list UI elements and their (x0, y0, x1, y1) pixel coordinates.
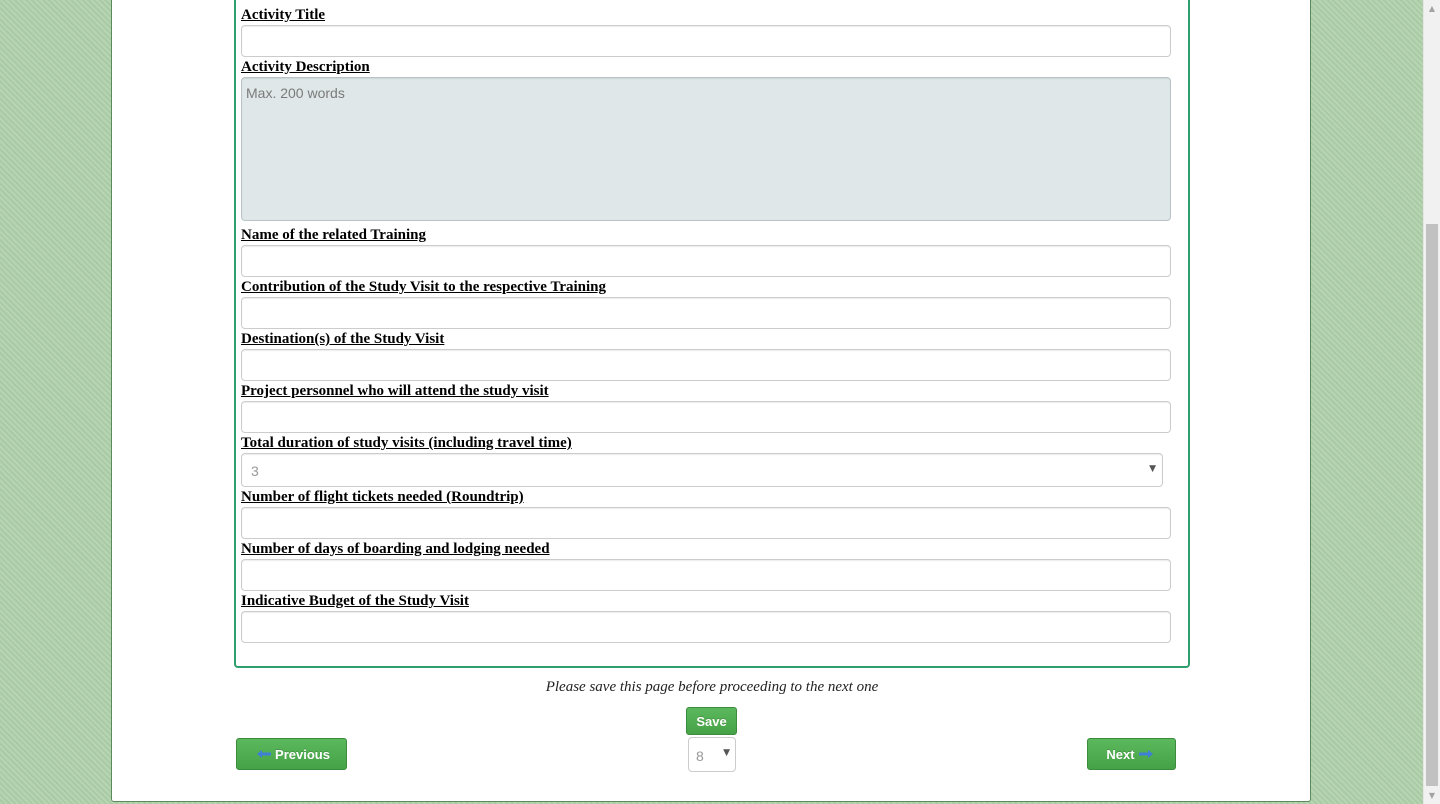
scrollbar-thumb[interactable] (1426, 224, 1438, 786)
next-button-label: Next (1106, 746, 1135, 762)
arrow-right-icon (1138, 750, 1153, 758)
destinations-label: Destination(s) of the Study Visit (241, 331, 445, 347)
contribution-input[interactable] (241, 297, 1171, 329)
total-duration-select[interactable]: 3 ▼ (241, 453, 1163, 487)
activity-description-label: Activity Description (241, 59, 370, 75)
previous-button-label: Previous (275, 746, 330, 762)
flight-tickets-input[interactable] (241, 507, 1171, 539)
next-button[interactable]: Next (1087, 738, 1176, 770)
indicative-budget-label: Indicative Budget of the Study Visit (241, 593, 469, 609)
scroll-down-icon[interactable]: ▼ (1424, 787, 1440, 804)
save-note: Please save this page before proceeding … (545, 679, 879, 695)
boarding-days-label: Number of days of boarding and lodging n… (241, 541, 550, 557)
project-personnel-input[interactable] (241, 401, 1171, 433)
related-training-label: Name of the related Training (241, 227, 426, 243)
arrow-left-icon (257, 750, 272, 758)
total-duration-label: Total duration of study visits (includin… (241, 435, 572, 451)
project-personnel-label: Project personnel who will attend the st… (241, 383, 549, 399)
contribution-label: Contribution of the Study Visit to the r… (241, 279, 607, 295)
boarding-days-input[interactable] (241, 559, 1171, 591)
destinations-input[interactable] (241, 349, 1171, 381)
vertical-scrollbar[interactable]: ▲ ▼ (1423, 0, 1440, 804)
chevron-down-icon: ▼ (723, 748, 730, 758)
activity-title-label: Activity Title (241, 7, 326, 23)
scroll-up-icon[interactable]: ▲ (1424, 0, 1440, 17)
flight-tickets-label: Number of flight tickets needed (Roundtr… (241, 489, 524, 505)
chevron-down-icon: ▼ (1149, 464, 1156, 474)
total-duration-value: 3 (251, 463, 259, 479)
activity-title-input[interactable] (241, 25, 1171, 57)
page-number-select[interactable]: 8 ▼ (688, 737, 736, 772)
activity-description-textarea[interactable] (241, 77, 1171, 221)
save-button[interactable]: Save (686, 707, 737, 735)
related-training-input[interactable] (241, 245, 1171, 277)
save-button-label: Save (696, 713, 727, 729)
previous-button[interactable]: Previous (236, 738, 347, 770)
page-number-value: 8 (696, 748, 704, 764)
indicative-budget-input[interactable] (241, 611, 1171, 643)
